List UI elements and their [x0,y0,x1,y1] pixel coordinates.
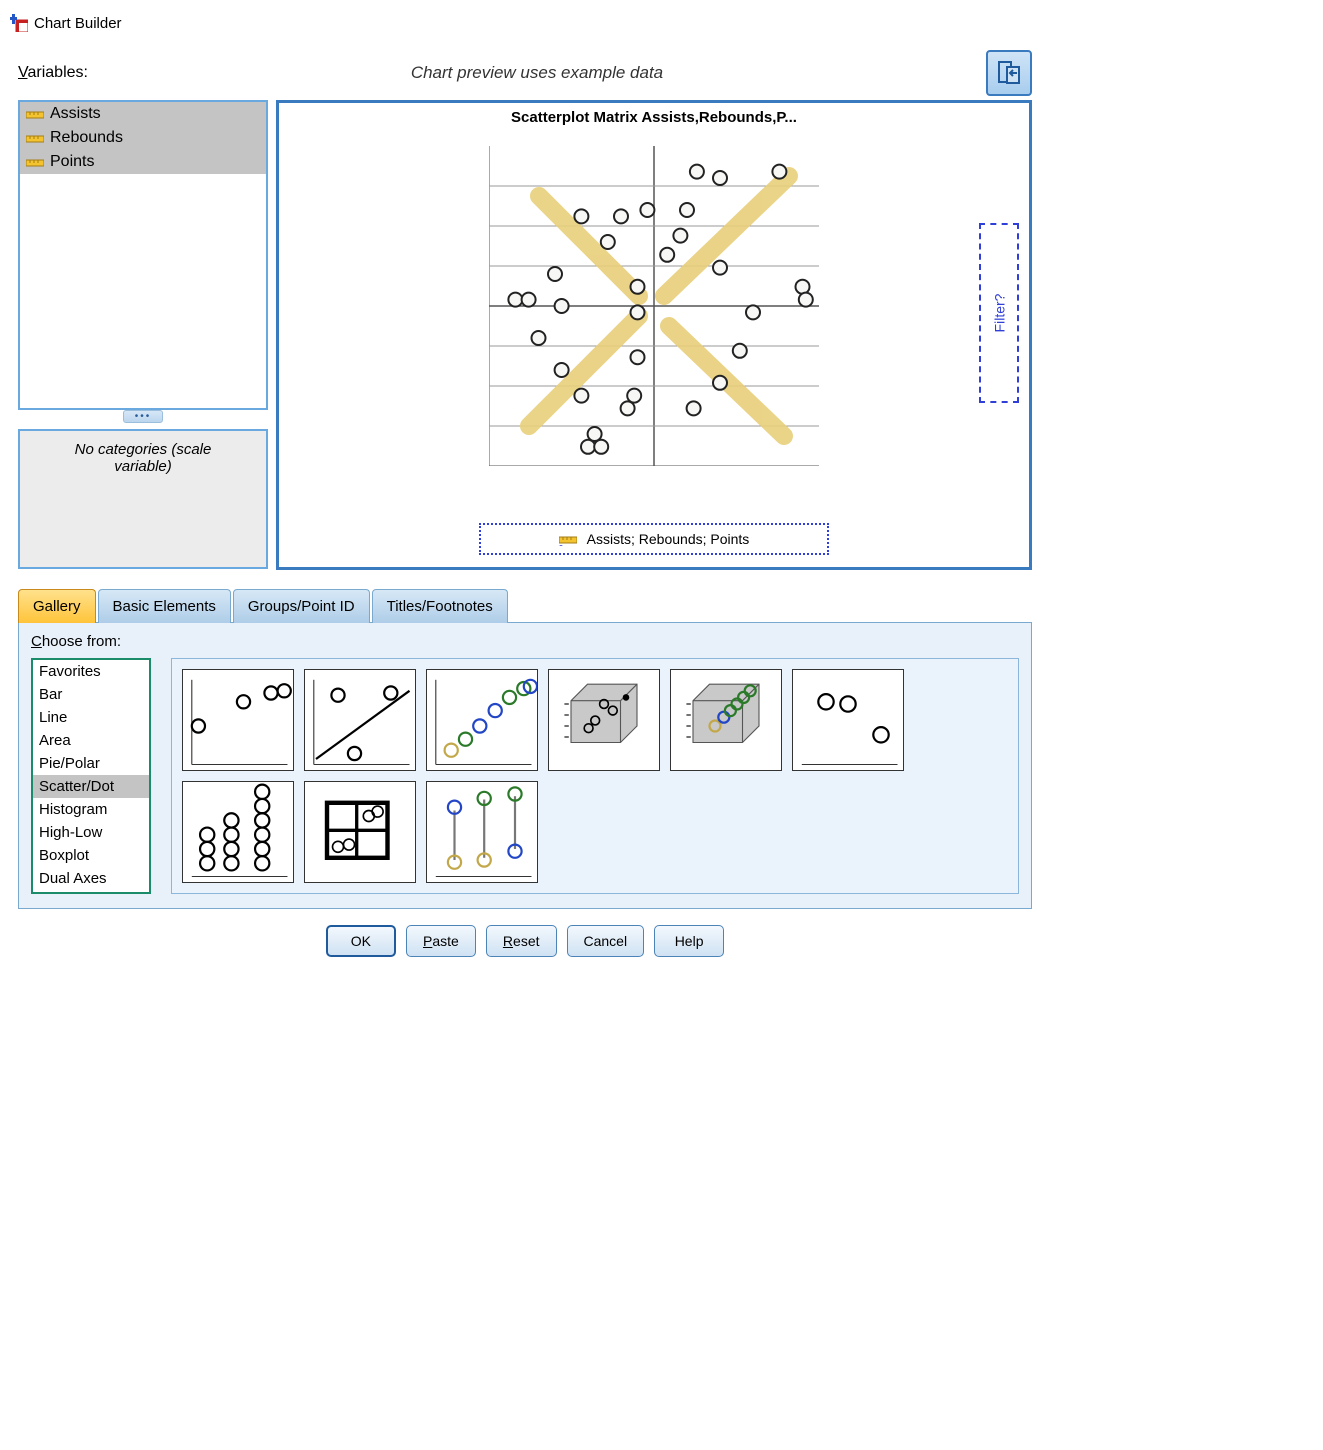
matrix-variables-dropzone[interactable]: Assists; Rebounds; Points [479,523,829,555]
ruler-icon [26,108,44,120]
chart-type-pie-polar[interactable]: Pie/Polar [33,752,149,775]
dropzone-vars-text: Assists; Rebounds; Points [587,531,750,547]
thumb-grouped-scatter[interactable] [426,669,538,771]
chart-type-histogram[interactable]: Histogram [33,798,149,821]
variable-label: Rebounds [50,129,123,147]
dialog-buttons: OK Paste Reset Cancel Help [10,925,1040,957]
chart-type-scatter-dot[interactable]: Scatter/Dot [33,775,149,798]
tab-gallery[interactable]: Gallery [18,589,96,623]
tab-basic-elements[interactable]: Basic Elements [98,589,231,623]
paste-button[interactable]: Paste [406,925,476,957]
preview-note: Chart preview uses example data [88,63,986,83]
chart-type-list[interactable]: FavoritesBarLineAreaPie/PolarScatter/Dot… [31,658,151,894]
gallery-panel: Choose from: FavoritesBarLineAreaPie/Pol… [18,622,1032,909]
variables-list[interactable]: Assists Rebounds Points [18,100,268,410]
chart-type-area[interactable]: Area [33,729,149,752]
variable-label: Points [50,153,94,171]
categories-panel: No categories (scale variable) [18,429,268,569]
ruler-icon [26,156,44,168]
titlebar: Chart Builder [10,10,1040,50]
thumb-3d-scatter[interactable] [548,669,660,771]
variable-item[interactable]: Rebounds [20,126,266,150]
app-icon [10,14,28,32]
filter-dropzone[interactable]: Filter? [979,223,1019,403]
splitter-handle[interactable]: ••• [123,410,163,423]
thumb-scatter-matrix[interactable] [304,781,416,883]
thumb-simple-scatter[interactable] [182,669,294,771]
thumb-scatter-fit-line[interactable] [304,669,416,771]
chart-title: Scatterplot Matrix Assists,Rebounds,P... [285,109,1023,126]
chart-preview-canvas[interactable]: Scatterplot Matrix Assists,Rebounds,P... [276,100,1032,570]
reset-button[interactable]: Reset [486,925,557,957]
cancel-button[interactable]: Cancel [567,925,645,957]
variable-item[interactable]: Points [20,150,266,174]
variable-label: Assists [50,105,101,123]
chart-type-line[interactable]: Line [33,706,149,729]
window-title: Chart Builder [34,15,122,32]
choose-from-label: Choose from: [31,633,1019,650]
scatter-matrix-preview [489,146,819,466]
chart-type-high-low[interactable]: High-Low [33,821,149,844]
ok-button[interactable]: OK [326,925,396,957]
option-tabs: GalleryBasic ElementsGroups/Point IDTitl… [18,588,1040,622]
chart-type-bar[interactable]: Bar [33,683,149,706]
thumb-drop-line[interactable] [426,781,538,883]
tab-groups-point-id[interactable]: Groups/Point ID [233,589,370,623]
thumb-simple-dot[interactable] [792,669,904,771]
gallery-thumbnails [171,658,1019,894]
variable-item[interactable]: Assists [20,102,266,126]
ruler-icon [26,132,44,144]
thumb-grouped-3d-scatter[interactable] [670,669,782,771]
thumb-dot-plot[interactable] [182,781,294,883]
variables-label: Variables: [18,64,88,82]
help-button[interactable]: Help [654,925,724,957]
collapse-properties-button[interactable] [986,50,1032,96]
chart-type-favorites[interactable]: Favorites [33,660,149,683]
chart-type-dual-axes[interactable]: Dual Axes [33,867,149,890]
chart-type-boxplot[interactable]: Boxplot [33,844,149,867]
tab-titles-footnotes[interactable]: Titles/Footnotes [372,589,508,623]
ruler-icon [559,533,577,545]
